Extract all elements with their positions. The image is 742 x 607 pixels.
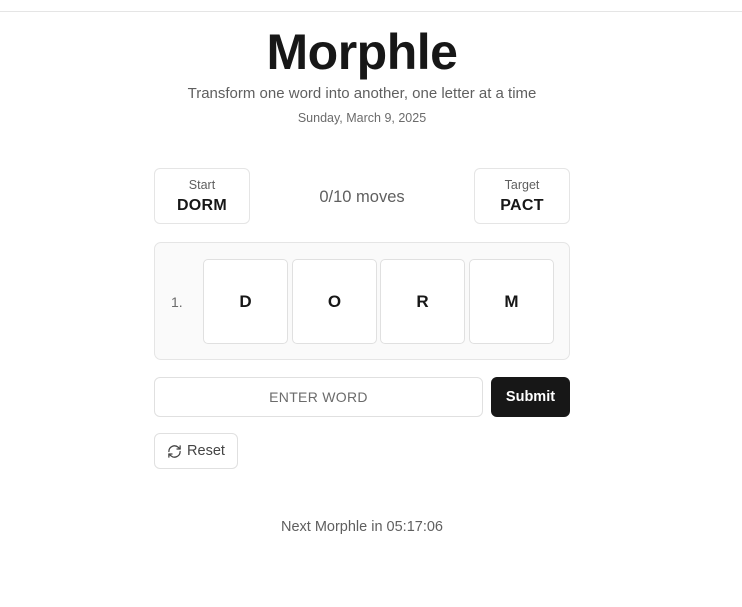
target-label: Target <box>504 178 540 192</box>
refresh-icon <box>167 444 182 459</box>
start-word-card: Start DORM <box>154 168 250 224</box>
page-title: Morphle <box>266 24 458 80</box>
letter-tile: R <box>380 259 465 344</box>
letter-tile: O <box>292 259 377 344</box>
top-divider <box>0 11 742 12</box>
target-word: PACT <box>500 197 544 214</box>
target-word-card: Target PACT <box>474 168 570 224</box>
puzzle-date: Sunday, March 9, 2025 <box>297 111 427 125</box>
start-word: DORM <box>176 197 228 214</box>
next-puzzle-countdown: Next Morphle in 05:17:06 <box>280 519 443 535</box>
reset-button[interactable]: Reset <box>154 433 238 469</box>
word-input[interactable] <box>154 377 483 417</box>
submit-button[interactable]: Submit <box>491 377 570 417</box>
letter-tile: M <box>469 259 554 344</box>
letter-tile: D <box>203 259 288 344</box>
header: Morphle Transform one word into another,… <box>0 24 724 126</box>
row-number: 1. <box>171 294 183 310</box>
page-subtitle: Transform one word into another, one let… <box>187 85 537 102</box>
start-label: Start <box>188 178 216 192</box>
moves-counter: 0/10 moves <box>319 188 405 206</box>
word-board: 1. D O R M <box>154 242 570 360</box>
reset-label: Reset <box>187 443 225 459</box>
